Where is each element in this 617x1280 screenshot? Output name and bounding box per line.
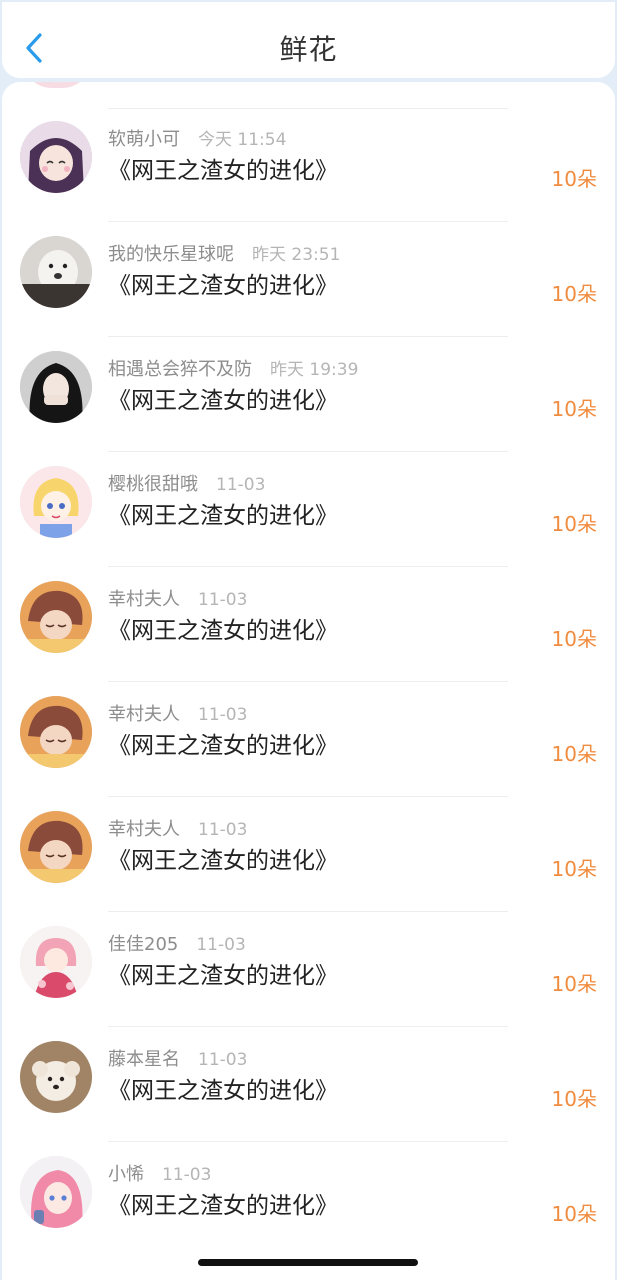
list-item[interactable]: 幸村夫人 11-03 《网王之渣女的进化》 10朵 <box>2 567 615 682</box>
flower-count: 10朵 <box>551 1087 597 1111</box>
user-name[interactable]: 相遇总会猝不及防 <box>108 359 252 380</box>
list-item[interactable]: 樱桃很甜哦 11-03 《网王之渣女的进化》 10朵 <box>2 452 615 567</box>
avatar[interactable] <box>20 236 92 308</box>
user-name[interactable]: 幸村夫人 <box>108 704 180 725</box>
flower-count: 10朵 <box>551 857 597 881</box>
avatar[interactable] <box>20 1156 92 1228</box>
flower-count: 10朵 <box>551 512 597 536</box>
avatar[interactable] <box>20 351 92 423</box>
avatar[interactable] <box>20 581 92 653</box>
item-meta: 幸村夫人 11-03 <box>108 815 247 841</box>
item-meta: 藤本星名 11-03 <box>108 1045 247 1071</box>
book-title[interactable]: 《网王之渣女的进化》 <box>108 381 338 415</box>
item-meta: 相遇总会猝不及防 昨天 19:39 <box>108 355 358 381</box>
timestamp: 11-03 <box>196 935 246 955</box>
timestamp: 11-03 <box>198 1050 248 1070</box>
flower-count: 10朵 <box>551 972 597 996</box>
avatar[interactable] <box>20 811 92 883</box>
home-indicator <box>198 1259 418 1266</box>
flower-count: 10朵 <box>551 627 597 651</box>
top-bar: 鲜花 <box>2 2 615 78</box>
timestamp: 11-03 <box>198 820 248 840</box>
book-title[interactable]: 《网王之渣女的进化》 <box>108 266 338 300</box>
user-name[interactable]: 樱桃很甜哦 <box>108 474 198 495</box>
user-name[interactable]: 藤本星名 <box>108 1049 180 1070</box>
avatar <box>22 82 92 88</box>
user-name[interactable]: 佳佳205 <box>108 934 178 955</box>
book-title[interactable]: 《网王之渣女的进化》 <box>108 956 338 990</box>
list-item[interactable]: 幸村夫人 11-03 《网王之渣女的进化》 10朵 <box>2 797 615 912</box>
list-item[interactable]: 相遇总会猝不及防 昨天 19:39 《网王之渣女的进化》 10朵 <box>2 337 615 452</box>
avatar[interactable] <box>20 696 92 768</box>
book-title[interactable]: 《网王之渣女的进化》 <box>108 151 338 185</box>
list-item[interactable]: 幸村夫人 11-03 《网王之渣女的进化》 10朵 <box>2 682 615 797</box>
list-item[interactable]: 小悕 11-03 《网王之渣女的进化》 10朵 <box>2 1142 615 1257</box>
flower-count: 10朵 <box>551 1202 597 1226</box>
list-item[interactable]: 藤本星名 11-03 《网王之渣女的进化》 10朵 <box>2 1027 615 1142</box>
timestamp: 11-03 <box>198 705 248 725</box>
item-meta: 樱桃很甜哦 11-03 <box>108 470 265 496</box>
item-meta: 软萌小可 今天 11:54 <box>108 125 286 151</box>
timestamp: 昨天 23:51 <box>252 245 341 265</box>
avatar[interactable] <box>20 1041 92 1113</box>
avatar[interactable] <box>20 466 92 538</box>
user-name[interactable]: 软萌小可 <box>108 129 180 150</box>
timestamp: 11-03 <box>216 475 266 495</box>
book-title[interactable]: 《网王之渣女的进化》 <box>108 496 338 530</box>
list-item[interactable]: 软萌小可 今天 11:54 《网王之渣女的进化》 10朵 <box>2 107 615 222</box>
timestamp: 昨天 19:39 <box>270 360 359 380</box>
item-meta: 幸村夫人 11-03 <box>108 700 247 726</box>
avatar[interactable] <box>20 926 92 998</box>
list-item[interactable]: 佳佳205 11-03 《网王之渣女的进化》 10朵 <box>2 912 615 1027</box>
item-meta: 我的快乐星球呢 昨天 23:51 <box>108 240 340 266</box>
flower-list[interactable]: 软萌小可 今天 11:54 《网王之渣女的进化》 10朵 我的快乐星球呢 昨天 23:5… <box>2 82 615 1280</box>
book-title[interactable]: 《网王之渣女的进化》 <box>108 841 338 875</box>
flower-count: 10朵 <box>551 397 597 421</box>
user-name[interactable]: 小悕 <box>108 1164 144 1185</box>
page-title: 鲜花 <box>279 33 338 66</box>
timestamp: 今天 11:54 <box>198 130 287 150</box>
user-name[interactable]: 幸村夫人 <box>108 819 180 840</box>
flower-count: 10朵 <box>551 167 597 191</box>
book-title[interactable]: 《网王之渣女的进化》 <box>108 726 338 760</box>
item-meta: 佳佳205 11-03 <box>108 930 246 956</box>
timestamp: 11-03 <box>162 1165 212 1185</box>
user-name[interactable]: 我的快乐星球呢 <box>108 244 234 265</box>
book-title[interactable]: 《网王之渣女的进化》 <box>108 611 338 645</box>
timestamp: 11-03 <box>198 590 248 610</box>
book-title[interactable]: 《网王之渣女的进化》 <box>108 1186 338 1220</box>
flower-count: 10朵 <box>551 282 597 306</box>
user-name[interactable]: 幸村夫人 <box>108 589 180 610</box>
book-title[interactable]: 《网王之渣女的进化》 <box>108 1071 338 1105</box>
item-meta: 小悕 11-03 <box>108 1160 211 1186</box>
avatar[interactable] <box>20 121 92 193</box>
item-meta: 幸村夫人 11-03 <box>108 585 247 611</box>
flower-count: 10朵 <box>551 742 597 766</box>
list-item[interactable]: 我的快乐星球呢 昨天 23:51 《网王之渣女的进化》 10朵 <box>2 222 615 337</box>
